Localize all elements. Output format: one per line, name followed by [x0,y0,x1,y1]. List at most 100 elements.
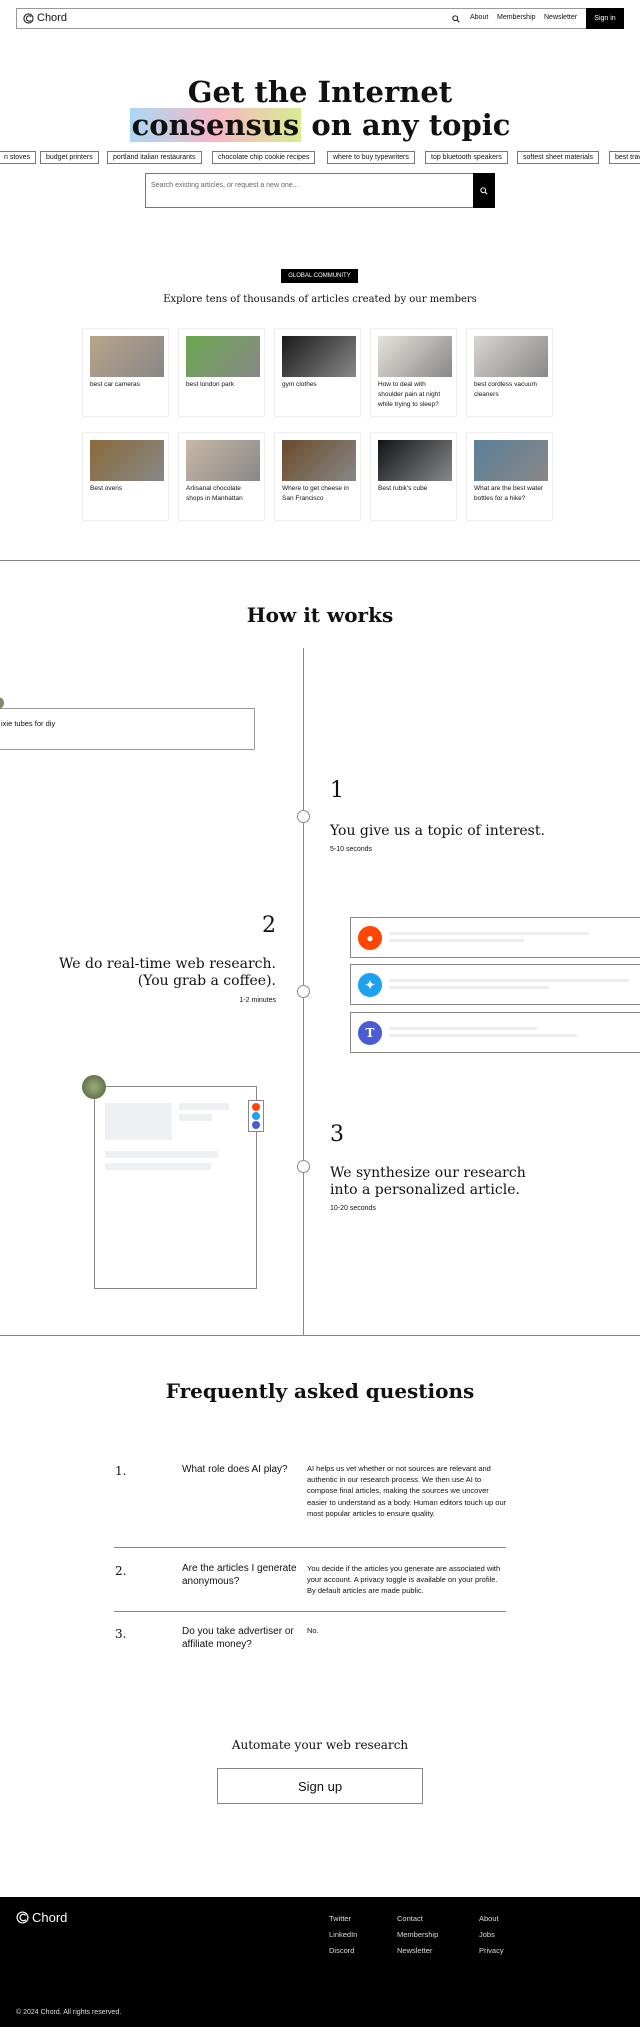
nav-membership[interactable]: Membership [497,14,536,21]
article-card[interactable]: Best rubik's cube [370,432,457,521]
step-text: We synthesize our research [330,1165,526,1181]
hero-title-line1: Get the Internet [187,75,453,109]
article-title: How to deal with shoulder pain at night … [378,381,441,408]
sign-up-button[interactable]: Sign up [217,1768,423,1804]
topic-chip[interactable]: chocolate chip cookie recipes [212,151,316,164]
hero-title-rest: on any topic [301,108,511,142]
article-card[interactable]: best cordless vacuum cleaners [466,328,553,417]
divider [0,1335,640,1336]
article-thumbnail [90,336,164,377]
nytimes-icon: T [358,1021,382,1045]
article-title: best london park [186,381,235,388]
article-card[interactable]: best london park [178,328,265,417]
top-nav: Chord About Membership Newsletter Sign i… [16,8,624,29]
step-number: 3 [330,1122,344,1147]
step-time: 10-20 seconds [330,1205,376,1212]
logo-text: Chord [37,12,67,24]
article-card[interactable]: How to deal with shoulder pain at night … [370,328,457,417]
hero-highlight: consensus [129,108,302,142]
footer-logo-text: Chord [32,1910,68,1925]
footer-link-privacy[interactable]: Privacy [479,1946,504,1955]
source-card-nytimes: T [350,1012,640,1053]
article-thumbnail [90,440,164,481]
topic-chip[interactable]: best trav [609,151,640,164]
nav-about[interactable]: About [470,14,488,21]
footer-link-linkedin[interactable]: LinkedIn [329,1930,357,1939]
topic-chip[interactable]: softest sheet materials [517,151,600,164]
search-placeholder: Search existing articles, or request a n… [151,182,299,189]
article-card[interactable]: Artisanal chocolate shops in Manhattan [178,432,265,521]
twitter-icon [252,1112,260,1120]
article-thumbnail [186,336,260,377]
search-icon [480,187,488,195]
cta-title: Automate your web research [231,1738,409,1752]
sign-in-button[interactable]: Sign in [586,8,624,29]
community-subtitle: Explore tens of thousands of articles cr… [163,294,477,305]
search-submit-button[interactable] [473,173,495,208]
footer-link-twitter[interactable]: Twitter [329,1914,351,1923]
timeline-dot [297,985,310,998]
topic-chip[interactable]: portland italian restaurants [107,151,202,164]
step-number: 2 [262,913,276,938]
timeline-dot [297,1160,310,1173]
article-title: Artisanal chocolate shops in Manhattan [186,485,243,502]
topic-chip[interactable]: budget printers [40,151,99,164]
faq-answer: No. [307,1626,319,1635]
faq-question: Do you take advertiser or affiliate mone… [182,1626,294,1650]
article-thumbnail [282,440,356,481]
example-topic-card: ixie tubes for diy [0,708,255,750]
article-title: What are the best water bottles for a hi… [474,485,544,502]
chord-logo-icon [16,1911,29,1924]
divider [0,560,640,561]
footer-link-contact[interactable]: Contact [397,1914,423,1923]
article-card[interactable]: What are the best water bottles for a hi… [466,432,553,521]
article-title: Best ovens [90,485,123,492]
logo[interactable]: Chord [23,12,67,24]
article-thumbnail [378,336,452,377]
article-thumbnail [282,336,356,377]
search-icon[interactable] [452,15,460,23]
nav-newsletter[interactable]: Newsletter [544,14,577,21]
article-thumbnail [186,440,260,481]
step-text: into a personalized article. [330,1182,520,1198]
footer-link-jobs[interactable]: Jobs [479,1930,495,1939]
faq-question: Are the articles I generate anonymous? [182,1563,297,1587]
topic-chip[interactable]: top bluetooth speakers [425,151,508,164]
topic-chip[interactable]: n stoves [0,151,37,164]
footer-link-discord[interactable]: Discord [329,1946,354,1955]
article-card[interactable]: Best ovens [82,432,169,521]
avatar [82,1075,106,1099]
article-thumbnail [378,440,452,481]
faq-answer: You decide if the articles you generate … [307,1564,501,1596]
article-card[interactable]: Where to get cheese in San Francisco [274,432,361,521]
faq-number: 3. [115,1627,127,1641]
chord-logo-icon [23,13,34,24]
article-title: Where to get cheese in San Francisco [282,485,349,502]
step-time: 5-10 seconds [330,846,373,853]
article-title: gym clothes [282,381,317,388]
source-card-twitter: ✦ [350,964,640,1005]
step-text: (You grab a coffee). [137,973,276,989]
footer-link-membership[interactable]: Membership [397,1930,438,1939]
faq-title: Frequently asked questions [165,1379,475,1403]
footer-link-newsletter[interactable]: Newsletter [397,1946,432,1955]
faq-divider [114,1611,506,1612]
step-text: You give us a topic of interest. [330,823,545,839]
footer-link-about[interactable]: About [479,1914,499,1923]
hero-title-line2: consensus on any topic [0,108,640,142]
article-preview [94,1086,257,1289]
search-input[interactable]: Search existing articles, or request a n… [145,173,495,208]
step-time: 1-2 minutes [239,997,276,1004]
reddit-icon [252,1103,260,1111]
faq-divider [114,1547,506,1548]
article-card[interactable]: gym clothes [274,328,361,417]
footer: Chord Twitter LinkedIn Discord Contact M… [0,1897,640,2027]
source-strip [248,1100,264,1132]
twitter-icon: ✦ [358,973,382,997]
footer-logo[interactable]: Chord [16,1910,67,1925]
topic-chip[interactable]: where to buy typewriters [327,151,415,164]
faq-number: 1. [115,1464,127,1478]
article-card[interactable]: best car cameras [82,328,169,417]
article-title: Best rubik's cube [378,485,428,492]
step-number: 1 [330,778,344,803]
